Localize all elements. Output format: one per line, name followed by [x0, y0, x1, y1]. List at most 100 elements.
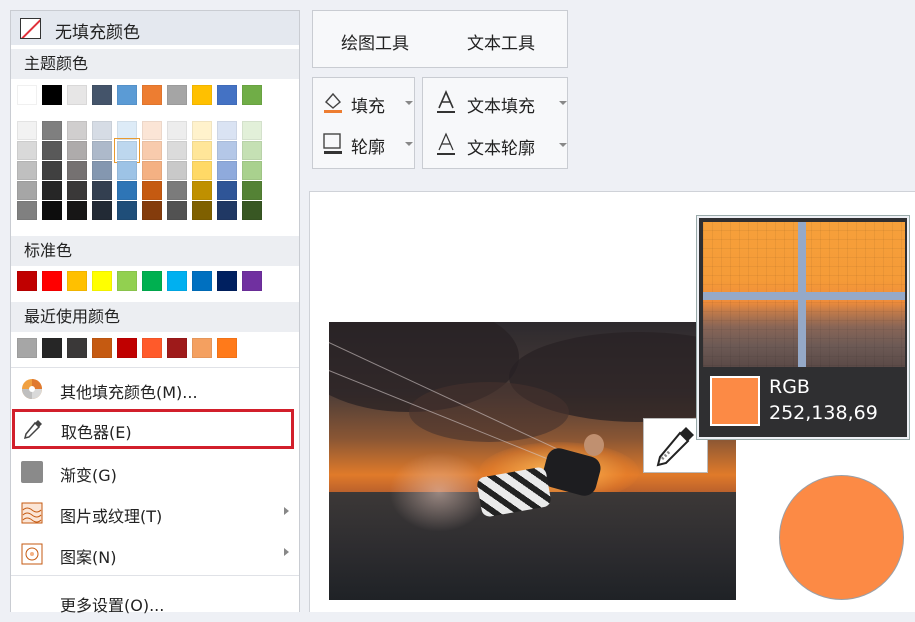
theme-shade-swatch[interactable]	[142, 161, 162, 180]
more-settings-item[interactable]: 更多设置(O)...	[11, 582, 299, 622]
theme-shade-swatch[interactable]	[67, 141, 87, 160]
crosshair-horizontal	[703, 292, 905, 300]
theme-shade-swatch[interactable]	[17, 141, 37, 160]
theme-shade-swatch[interactable]	[142, 121, 162, 140]
text-outline-button[interactable]: 文本轮廓	[435, 130, 567, 159]
theme-color-swatch[interactable]	[42, 85, 62, 105]
theme-shade-swatch[interactable]	[117, 161, 137, 180]
theme-shade-swatch[interactable]	[192, 141, 212, 160]
theme-shade-swatch[interactable]	[167, 181, 187, 200]
theme-shade-swatch[interactable]	[242, 121, 262, 140]
theme-shade-swatch[interactable]	[42, 141, 62, 160]
recent-color-swatch[interactable]	[217, 338, 237, 358]
recent-color-swatch[interactable]	[17, 338, 37, 358]
theme-shade-swatch[interactable]	[192, 161, 212, 180]
standard-color-swatch[interactable]	[192, 271, 212, 291]
theme-shade-swatch[interactable]	[142, 141, 162, 160]
theme-color-swatch[interactable]	[17, 85, 37, 105]
theme-color-swatch[interactable]	[142, 85, 162, 105]
fill-button[interactable]: 填充	[321, 88, 413, 117]
theme-shade-swatch[interactable]	[67, 121, 87, 140]
theme-shade-swatch[interactable]	[167, 141, 187, 160]
theme-shade-swatch[interactable]	[67, 201, 87, 220]
theme-shade-swatch[interactable]	[92, 121, 112, 140]
recent-color-swatch[interactable]	[117, 338, 137, 358]
theme-shade-swatch[interactable]	[117, 181, 137, 200]
theme-shade-swatch[interactable]	[42, 161, 62, 180]
theme-color-swatch[interactable]	[242, 85, 262, 105]
theme-shade-swatch[interactable]	[67, 161, 87, 180]
theme-color-swatch[interactable]	[92, 85, 112, 105]
theme-shade-swatch[interactable]	[17, 181, 37, 200]
standard-color-swatch[interactable]	[92, 271, 112, 291]
theme-shade-swatch[interactable]	[117, 201, 137, 220]
theme-color-swatch[interactable]	[67, 85, 87, 105]
theme-shade-swatch[interactable]	[142, 201, 162, 220]
theme-shade-swatch[interactable]	[217, 201, 237, 220]
standard-color-swatch[interactable]	[117, 271, 137, 291]
theme-shade-swatch[interactable]	[167, 201, 187, 220]
gradient-label: 渐变(G)	[60, 466, 117, 485]
theme-shade-swatch[interactable]	[117, 121, 137, 140]
theme-shade-swatch[interactable]	[192, 121, 212, 140]
theme-shade-swatch[interactable]	[192, 181, 212, 200]
fill-label: 填充	[351, 97, 385, 117]
recent-color-swatch[interactable]	[67, 338, 87, 358]
no-fill-option[interactable]: 无填充颜色	[11, 11, 299, 45]
theme-shade-swatch[interactable]	[17, 201, 37, 220]
theme-color-swatch[interactable]	[217, 85, 237, 105]
standard-color-swatch[interactable]	[67, 271, 87, 291]
standard-color-swatch[interactable]	[217, 271, 237, 291]
theme-shade-swatch[interactable]	[217, 161, 237, 180]
theme-color-swatch[interactable]	[117, 85, 137, 105]
standard-color-swatch[interactable]	[42, 271, 62, 291]
theme-shade-swatch[interactable]	[192, 201, 212, 220]
divider	[11, 367, 299, 368]
theme-shade-swatch[interactable]	[92, 181, 112, 200]
recent-color-swatch[interactable]	[92, 338, 112, 358]
theme-shade-swatch[interactable]	[17, 121, 37, 140]
theme-shade-swatch[interactable]	[42, 181, 62, 200]
theme-shade-swatch[interactable]	[17, 161, 37, 180]
more-fill-colors-item[interactable]: 其他填充颜色(M)...	[11, 369, 299, 409]
eyedropper-item[interactable]: 取色器(E)	[12, 409, 294, 449]
tab-text-tools[interactable]: 文本工具	[467, 29, 535, 54]
theme-shade-swatch[interactable]	[242, 161, 262, 180]
theme-shade-swatch[interactable]	[167, 121, 187, 140]
theme-shade-swatch[interactable]	[142, 181, 162, 200]
recent-color-swatch[interactable]	[142, 338, 162, 358]
standard-color-swatch[interactable]	[167, 271, 187, 291]
picture-texture-item[interactable]: 图片或纹理(T)	[11, 493, 299, 533]
theme-shade-swatch[interactable]	[217, 121, 237, 140]
theme-shade-swatch[interactable]	[42, 201, 62, 220]
pattern-item[interactable]: 图案(N)	[11, 534, 299, 574]
theme-shade-swatch[interactable]	[114, 138, 140, 163]
theme-shade-swatch[interactable]	[92, 141, 112, 160]
theme-shade-swatch[interactable]	[242, 181, 262, 200]
theme-shade-swatch[interactable]	[67, 181, 87, 200]
text-fill-button[interactable]: 文本填充	[435, 88, 567, 117]
outline-button[interactable]: 轮廓	[321, 129, 413, 158]
standard-color-swatch[interactable]	[142, 271, 162, 291]
gradient-icon	[21, 461, 43, 483]
tab-drawing-tools[interactable]: 绘图工具	[341, 29, 409, 54]
recent-color-swatch[interactable]	[42, 338, 62, 358]
standard-color-swatch[interactable]	[242, 271, 262, 291]
recent-color-swatch[interactable]	[192, 338, 212, 358]
orange-circle-shape[interactable]	[779, 475, 904, 600]
text-style-group: 文本填充 文本轮廓	[422, 77, 568, 169]
theme-shade-swatch[interactable]	[42, 121, 62, 140]
theme-color-swatch[interactable]	[192, 85, 212, 105]
gradient-item[interactable]: 渐变(G)	[11, 452, 299, 492]
theme-shade-swatch[interactable]	[242, 201, 262, 220]
theme-shade-swatch[interactable]	[167, 161, 187, 180]
standard-color-swatch[interactable]	[17, 271, 37, 291]
eyedropper-icon	[23, 420, 42, 440]
theme-shade-swatch[interactable]	[92, 161, 112, 180]
recent-color-swatch[interactable]	[167, 338, 187, 358]
theme-shade-swatch[interactable]	[217, 141, 237, 160]
theme-shade-swatch[interactable]	[242, 141, 262, 160]
theme-shade-swatch[interactable]	[92, 201, 112, 220]
theme-shade-swatch[interactable]	[217, 181, 237, 200]
theme-color-swatch[interactable]	[167, 85, 187, 105]
